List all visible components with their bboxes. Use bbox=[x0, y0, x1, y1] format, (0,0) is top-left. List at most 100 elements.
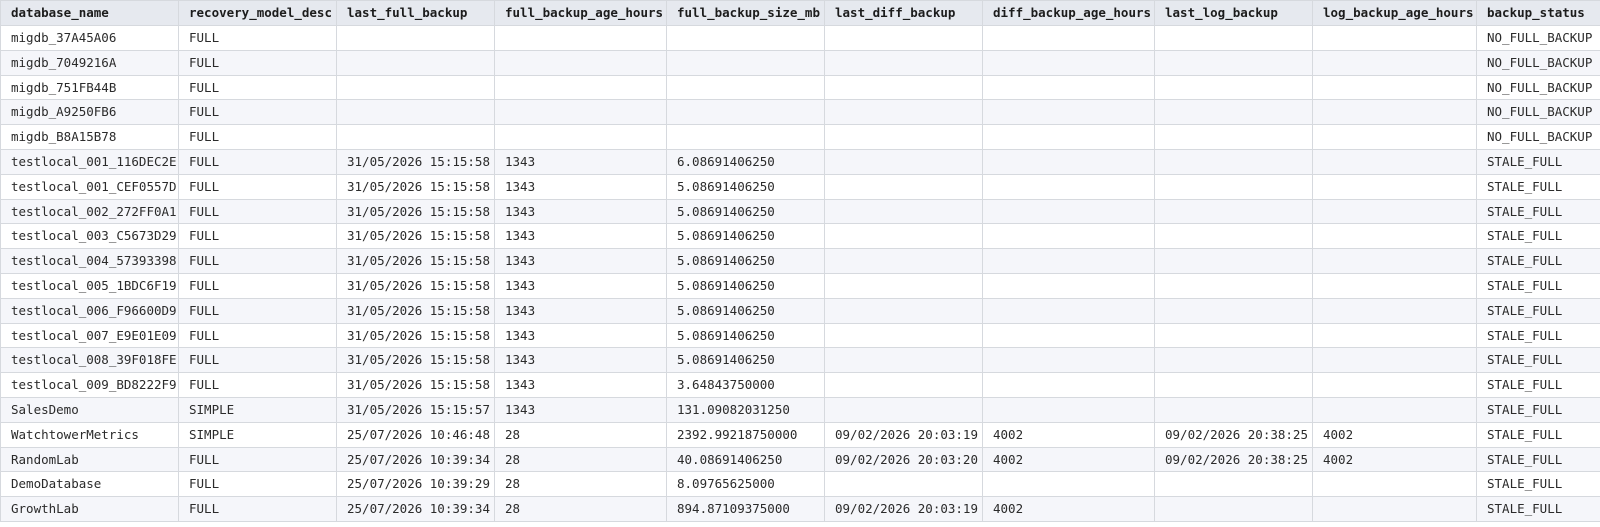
cell-diff-backup-age-hours[interactable] bbox=[982, 25, 1155, 51]
table-row[interactable]: RandomLab FULL 25/07/2026 10:39:34 28 40.086… bbox=[0, 446, 1600, 473]
cell-full-backup-age-hours[interactable]: 1343 bbox=[494, 347, 667, 374]
cell-recovery-model-desc[interactable]: SIMPLE bbox=[178, 421, 337, 448]
table-row[interactable]: testlocal_005_1BDC6F19 FULL 31/05/2026 15:… bbox=[0, 272, 1600, 299]
table-row[interactable]: WatchtowerMetrics SIMPLE 25/07/2026 10:46:… bbox=[0, 421, 1600, 448]
cell-recovery-model-desc[interactable]: FULL bbox=[178, 347, 337, 374]
cell-full-backup-size-mb[interactable]: 5.08691406250 bbox=[666, 297, 825, 324]
cell-last-diff-backup[interactable] bbox=[824, 148, 983, 175]
cell-log-backup-age-hours[interactable] bbox=[1312, 25, 1477, 51]
cell-diff-backup-age-hours[interactable]: 4002 bbox=[982, 421, 1155, 448]
cell-backup-status[interactable]: NO_FULL_BACKUP bbox=[1476, 99, 1600, 126]
cell-last-full-backup[interactable]: 25/07/2026 10:39:29 bbox=[336, 471, 495, 498]
cell-recovery-model-desc[interactable]: FULL bbox=[178, 446, 337, 473]
cell-backup-status[interactable]: STALE_FULL bbox=[1476, 198, 1600, 225]
cell-backup-status[interactable]: NO_FULL_BACKUP bbox=[1476, 74, 1600, 101]
column-header-recovery-model-desc[interactable]: recovery_model_desc bbox=[178, 0, 337, 26]
cell-full-backup-age-hours[interactable]: 1343 bbox=[494, 148, 667, 175]
cell-full-backup-size-mb[interactable]: 8.09765625000 bbox=[666, 471, 825, 498]
cell-full-backup-size-mb[interactable]: 6.08691406250 bbox=[666, 148, 825, 175]
cell-backup-status[interactable]: STALE_FULL bbox=[1476, 223, 1600, 250]
column-header-backup-status[interactable]: backup_status bbox=[1476, 0, 1600, 26]
column-header-log-backup-age-hours[interactable]: log_backup_age_hours bbox=[1312, 0, 1477, 26]
cell-database-name[interactable]: testlocal_005_1BDC6F19 bbox=[0, 272, 179, 299]
cell-full-backup-size-mb[interactable] bbox=[666, 99, 825, 126]
table-row[interactable]: testlocal_006_F96600D9 FULL 31/05/2026 15:… bbox=[0, 297, 1600, 324]
table-row[interactable]: testlocal_009_BD8222F9 FULL 31/05/2026 15:… bbox=[0, 372, 1600, 398]
cell-full-backup-age-hours[interactable]: 1343 bbox=[494, 248, 667, 274]
cell-last-full-backup[interactable]: 31/05/2026 15:15:58 bbox=[336, 248, 495, 274]
cell-full-backup-age-hours[interactable] bbox=[494, 49, 667, 76]
cell-last-diff-backup[interactable]: 09/02/2026 20:03:20 bbox=[824, 446, 983, 473]
cell-diff-backup-age-hours[interactable] bbox=[982, 99, 1155, 126]
table-row[interactable]: testlocal_008_39F018FE FULL 31/05/2026 15:… bbox=[0, 347, 1600, 374]
cell-full-backup-size-mb[interactable]: 5.08691406250 bbox=[666, 173, 825, 200]
cell-last-log-backup[interactable] bbox=[1154, 496, 1313, 522]
column-header-full-backup-age-hours[interactable]: full_backup_age_hours bbox=[494, 0, 667, 26]
cell-log-backup-age-hours[interactable] bbox=[1312, 173, 1477, 200]
column-header-last-log-backup[interactable]: last_log_backup bbox=[1154, 0, 1313, 26]
cell-last-full-backup[interactable]: 31/05/2026 15:15:58 bbox=[336, 173, 495, 200]
cell-full-backup-size-mb[interactable]: 40.08691406250 bbox=[666, 446, 825, 473]
cell-backup-status[interactable]: STALE_FULL bbox=[1476, 173, 1600, 200]
cell-backup-status[interactable]: STALE_FULL bbox=[1476, 496, 1600, 522]
cell-full-backup-age-hours[interactable]: 1343 bbox=[494, 198, 667, 225]
cell-full-backup-size-mb[interactable]: 2392.99218750000 bbox=[666, 421, 825, 448]
cell-last-log-backup[interactable] bbox=[1154, 297, 1313, 324]
cell-database-name[interactable]: testlocal_007_E9E01E09 bbox=[0, 322, 179, 349]
cell-diff-backup-age-hours[interactable] bbox=[982, 148, 1155, 175]
cell-full-backup-age-hours[interactable] bbox=[494, 25, 667, 51]
cell-diff-backup-age-hours[interactable] bbox=[982, 471, 1155, 498]
cell-last-full-backup[interactable]: 31/05/2026 15:15:58 bbox=[336, 272, 495, 299]
cell-last-log-backup[interactable]: 09/02/2026 20:38:25 bbox=[1154, 421, 1313, 448]
cell-backup-status[interactable]: STALE_FULL bbox=[1476, 347, 1600, 374]
cell-last-full-backup[interactable]: 31/05/2026 15:15:58 bbox=[336, 372, 495, 398]
cell-full-backup-age-hours[interactable]: 28 bbox=[494, 446, 667, 473]
table-row[interactable]: migdb_37A45A06 FULL NO_FULL_BACKUP bbox=[0, 25, 1600, 51]
table-row[interactable]: migdb_7049216A FULL NO_FULL_BACKUP bbox=[0, 49, 1600, 76]
cell-last-diff-backup[interactable] bbox=[824, 248, 983, 274]
cell-last-full-backup[interactable] bbox=[336, 25, 495, 51]
cell-recovery-model-desc[interactable]: FULL bbox=[178, 223, 337, 250]
cell-recovery-model-desc[interactable]: FULL bbox=[178, 471, 337, 498]
table-row[interactable]: testlocal_007_E9E01E09 FULL 31/05/2026 15:… bbox=[0, 322, 1600, 349]
cell-last-diff-backup[interactable] bbox=[824, 74, 983, 101]
cell-last-diff-backup[interactable] bbox=[824, 396, 983, 423]
column-header-database-name[interactable]: database_name bbox=[0, 0, 179, 26]
cell-full-backup-size-mb[interactable]: 5.08691406250 bbox=[666, 198, 825, 225]
cell-backup-status[interactable]: NO_FULL_BACKUP bbox=[1476, 25, 1600, 51]
cell-log-backup-age-hours[interactable]: 4002 bbox=[1312, 446, 1477, 473]
cell-recovery-model-desc[interactable]: FULL bbox=[178, 372, 337, 398]
cell-database-name[interactable]: migdb_37A45A06 bbox=[0, 25, 179, 51]
table-row[interactable]: testlocal_002_272FF0A1 FULL 31/05/2026 15:… bbox=[0, 198, 1600, 225]
cell-last-full-backup[interactable]: 31/05/2026 15:15:58 bbox=[336, 148, 495, 175]
cell-last-log-backup[interactable] bbox=[1154, 248, 1313, 274]
table-row[interactable]: GrowthLab FULL 25/07/2026 10:39:34 28 894.87… bbox=[0, 496, 1600, 522]
cell-last-log-backup[interactable] bbox=[1154, 223, 1313, 250]
table-row[interactable]: testlocal_004_57393398 FULL 31/05/2026 15:… bbox=[0, 248, 1600, 274]
cell-backup-status[interactable]: STALE_FULL bbox=[1476, 148, 1600, 175]
cell-last-diff-backup[interactable] bbox=[824, 347, 983, 374]
cell-database-name[interactable]: GrowthLab bbox=[0, 496, 179, 522]
cell-backup-status[interactable]: STALE_FULL bbox=[1476, 446, 1600, 473]
cell-last-full-backup[interactable]: 31/05/2026 15:15:58 bbox=[336, 322, 495, 349]
cell-last-full-backup[interactable] bbox=[336, 74, 495, 101]
cell-full-backup-age-hours[interactable]: 1343 bbox=[494, 297, 667, 324]
cell-last-log-backup[interactable] bbox=[1154, 25, 1313, 51]
table-row[interactable]: testlocal_003_C5673D29 FULL 31/05/2026 15:… bbox=[0, 223, 1600, 250]
cell-log-backup-age-hours[interactable] bbox=[1312, 272, 1477, 299]
table-row[interactable]: migdb_B8A15B78 FULL NO_FULL_BACKUP bbox=[0, 124, 1600, 150]
cell-recovery-model-desc[interactable]: FULL bbox=[178, 198, 337, 225]
cell-full-backup-size-mb[interactable] bbox=[666, 74, 825, 101]
cell-backup-status[interactable]: NO_FULL_BACKUP bbox=[1476, 49, 1600, 76]
cell-log-backup-age-hours[interactable] bbox=[1312, 297, 1477, 324]
cell-log-backup-age-hours[interactable] bbox=[1312, 124, 1477, 150]
cell-log-backup-age-hours[interactable] bbox=[1312, 322, 1477, 349]
cell-log-backup-age-hours[interactable] bbox=[1312, 372, 1477, 398]
cell-database-name[interactable]: migdb_B8A15B78 bbox=[0, 124, 179, 150]
cell-database-name[interactable]: migdb_7049216A bbox=[0, 49, 179, 76]
cell-last-full-backup[interactable]: 31/05/2026 15:15:57 bbox=[336, 396, 495, 423]
cell-full-backup-size-mb[interactable]: 894.87109375000 bbox=[666, 496, 825, 522]
table-row[interactable]: testlocal_001_CEF0557D FULL 31/05/2026 15:… bbox=[0, 173, 1600, 200]
cell-last-log-backup[interactable] bbox=[1154, 471, 1313, 498]
cell-last-log-backup[interactable] bbox=[1154, 173, 1313, 200]
